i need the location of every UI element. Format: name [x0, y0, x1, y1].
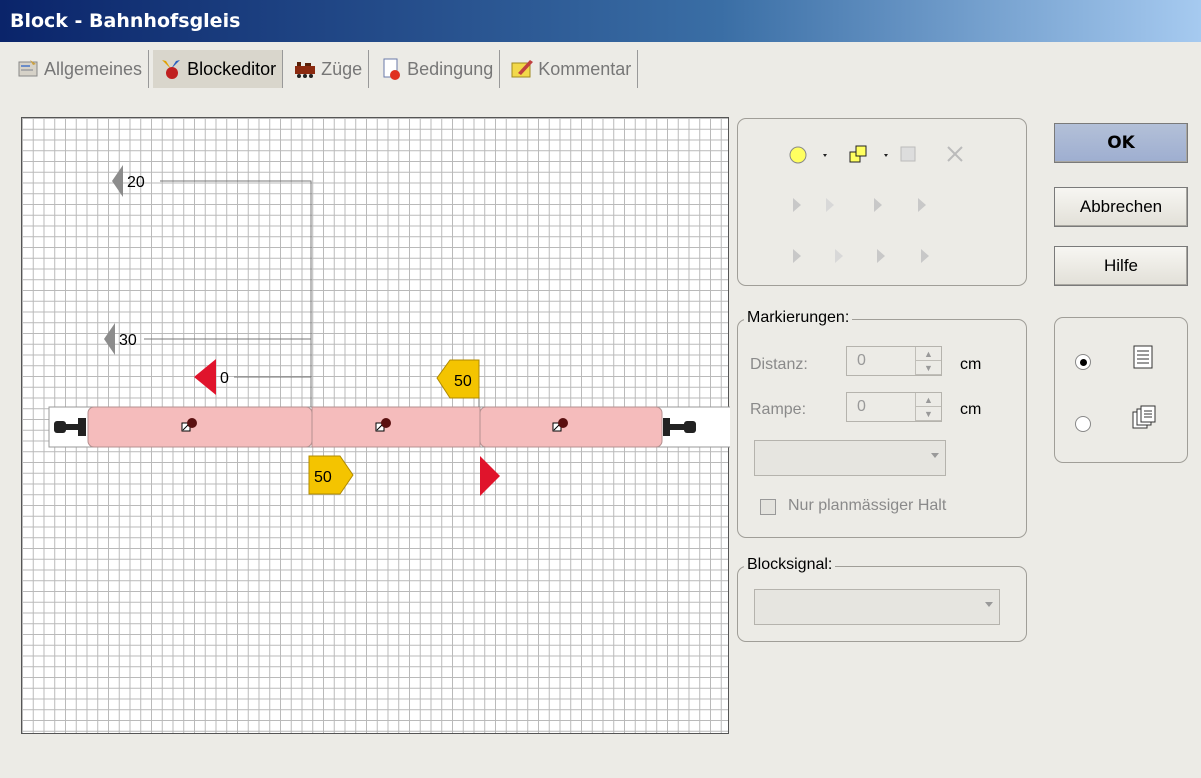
marker-label: 50	[454, 373, 472, 390]
connector-line	[160, 180, 312, 407]
spin-up-icon[interactable]: ▲	[916, 393, 941, 407]
trains-icon	[295, 62, 316, 78]
tab-kommentar[interactable]: Kommentar	[504, 50, 639, 88]
marker-speed-30[interactable]: 30	[104, 323, 137, 355]
marker-label: 20	[127, 174, 145, 191]
tab-label: Kommentar	[538, 58, 632, 79]
distanz-label: Distanz:	[750, 356, 808, 373]
rampe-unit: cm	[960, 401, 982, 418]
track-segment[interactable]	[311, 406, 481, 448]
view-mode-group	[1054, 317, 1188, 463]
block-editor-canvas[interactable]: 20 30 0 50 50	[21, 117, 730, 734]
nur-planmaessiger-halt-label: Nur planmässiger Halt	[788, 497, 947, 514]
general-icon	[18, 60, 38, 77]
marker-label: 30	[119, 332, 137, 349]
delete-icon	[947, 146, 963, 162]
tab-label: Bedingung	[407, 58, 494, 79]
arrow-left-icons	[793, 198, 926, 212]
marker-label: 0	[220, 370, 229, 387]
ok-button[interactable]: OK	[1054, 123, 1188, 163]
marker-speed-20[interactable]: 20	[112, 165, 145, 197]
chevron-down-icon	[931, 453, 939, 458]
tab-label: Blockeditor	[187, 58, 277, 79]
markierungen-legend: Markierungen:	[744, 309, 853, 327]
distanz-value: 0	[857, 352, 866, 369]
markierung-type-select[interactable]	[754, 440, 946, 476]
marker-label: 50	[314, 469, 332, 486]
track-segment[interactable]	[87, 406, 313, 448]
spin-up-icon[interactable]: ▲	[916, 347, 941, 361]
tab-bar: Allgemeines Blockeditor Züge Bedingung K…	[10, 48, 642, 90]
rampe-value: 0	[857, 398, 866, 415]
cancel-button[interactable]: Abbrechen	[1054, 187, 1188, 227]
distanz-spinner[interactable]: 0 ▲ ▼	[846, 346, 942, 376]
comment-icon	[511, 60, 534, 78]
circle-tool-icon[interactable]	[789, 146, 827, 164]
markierungen-group: Markierungen: Distanz: 0 ▲ ▼ cm Rampe: 0 …	[737, 309, 1027, 538]
view-pages-radio[interactable]	[1075, 416, 1091, 432]
blocksignal-group: Blocksignal:	[737, 556, 1027, 642]
tab-blockeditor[interactable]: Blockeditor	[153, 50, 284, 88]
rampe-spinner[interactable]: 0 ▲ ▼	[846, 392, 942, 422]
tab-bedingung[interactable]: Bedingung	[373, 50, 501, 88]
block-editor-icon	[162, 60, 181, 79]
tab-label: Allgemeines	[44, 58, 143, 79]
tool-palette	[737, 118, 1027, 286]
tab-allgemeines[interactable]: Allgemeines	[10, 50, 150, 88]
tab-label: Züge	[321, 58, 363, 79]
view-list-radio[interactable]	[1075, 354, 1091, 370]
marker-stop-0[interactable]: 0	[194, 359, 229, 395]
shape-tool-icon[interactable]	[849, 145, 888, 163]
track-segment[interactable]	[479, 406, 663, 448]
blocksignal-legend: Blocksignal:	[744, 556, 836, 574]
spin-down-icon[interactable]: ▼	[916, 361, 941, 375]
distanz-spin-buttons[interactable]: ▲ ▼	[915, 347, 941, 375]
marker-stop-lower[interactable]	[480, 456, 500, 496]
list-view-icon	[1133, 345, 1153, 369]
block-editor-drawing: 20 30 0 50 50	[48, 165, 730, 496]
nur-planmaessiger-halt-checkbox[interactable]	[760, 499, 776, 515]
pages-view-icon	[1132, 405, 1156, 429]
tool-palette-icons	[789, 145, 963, 263]
condition-icon	[383, 58, 401, 80]
help-button[interactable]: Hilfe	[1054, 246, 1188, 286]
window-title: Block - Bahnhofsgleis	[0, 0, 1201, 42]
marker-speed-50-upper[interactable]: 50	[436, 359, 480, 399]
arrow-right-icons	[793, 249, 929, 263]
rampe-label: Rampe:	[750, 401, 807, 418]
distanz-unit: cm	[960, 356, 982, 373]
properties-icon	[900, 146, 916, 162]
blocksignal-select[interactable]	[754, 589, 1000, 625]
tab-zuege[interactable]: Züge	[287, 50, 370, 88]
rampe-spin-buttons[interactable]: ▲ ▼	[915, 393, 941, 421]
chevron-down-icon	[985, 602, 993, 607]
spin-down-icon[interactable]: ▼	[916, 407, 941, 421]
marker-speed-50-lower[interactable]: 50	[308, 455, 354, 495]
